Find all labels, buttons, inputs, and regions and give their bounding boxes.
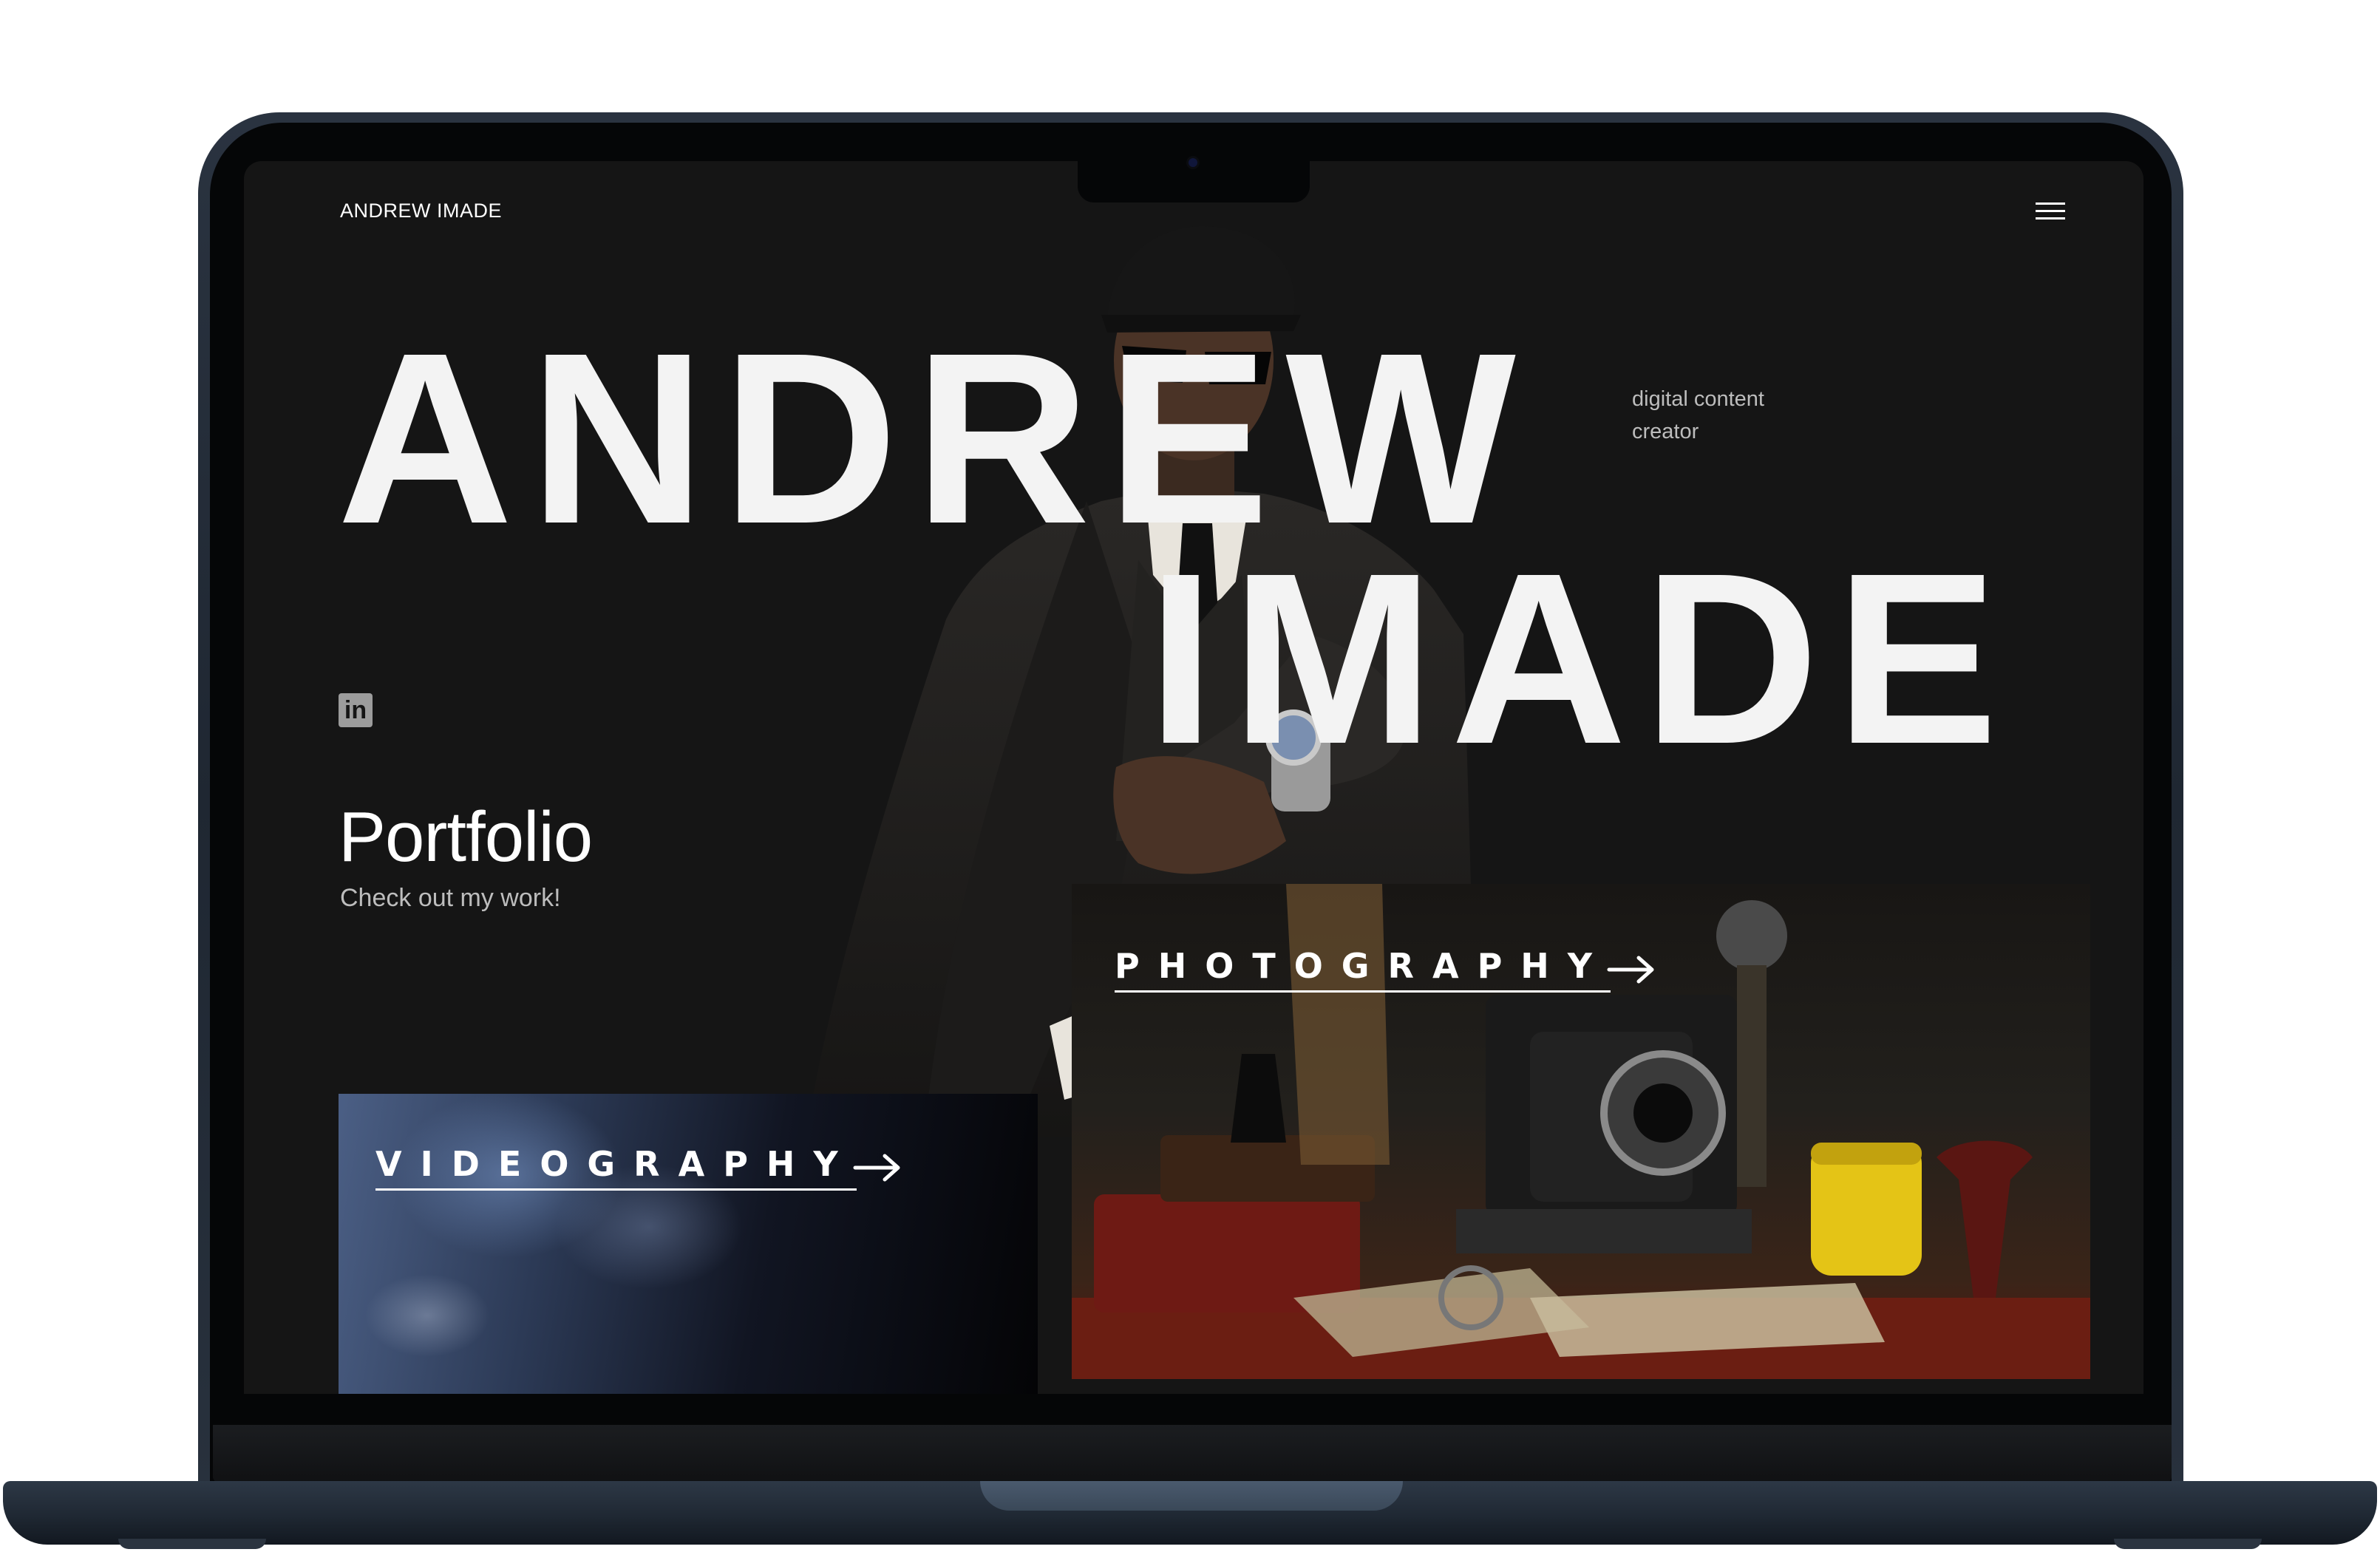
portfolio-subtitle: Check out my work! [340,884,561,912]
photography-label: PHOTOGRAPHY [1115,946,1611,993]
photography-card[interactable]: PHOTOGRAPHY [1072,884,2090,1379]
portfolio-title: Portfolio [339,797,593,877]
site-brand[interactable]: ANDREW IMADE [340,200,502,222]
laptop-trackpad-notch [980,1481,1403,1511]
webcam-icon [1189,158,1197,167]
videography-label: VIDEOGRAPHY [375,1144,857,1191]
laptop-foot-left [118,1539,266,1549]
hamburger-menu-icon[interactable] [2036,200,2065,222]
arrow-right-icon [853,1154,900,1181]
laptop-foot-right [2114,1539,2262,1549]
hero-tagline: digital content creator [1632,387,1764,443]
website-screen: ANDREW IMADE ANDREW IMADE digital conten… [244,161,2143,1394]
hero-name-last: IMADE [1147,522,2015,794]
linkedin-icon[interactable]: in [339,693,373,727]
laptop-hinge [213,1425,2172,1483]
photography-link[interactable]: PHOTOGRAPHY [1115,946,1658,993]
videography-card[interactable]: VIDEOGRAPHY [339,1094,1038,1394]
arrow-right-icon [1607,956,1654,983]
videography-link[interactable]: VIDEOGRAPHY [375,1144,904,1191]
